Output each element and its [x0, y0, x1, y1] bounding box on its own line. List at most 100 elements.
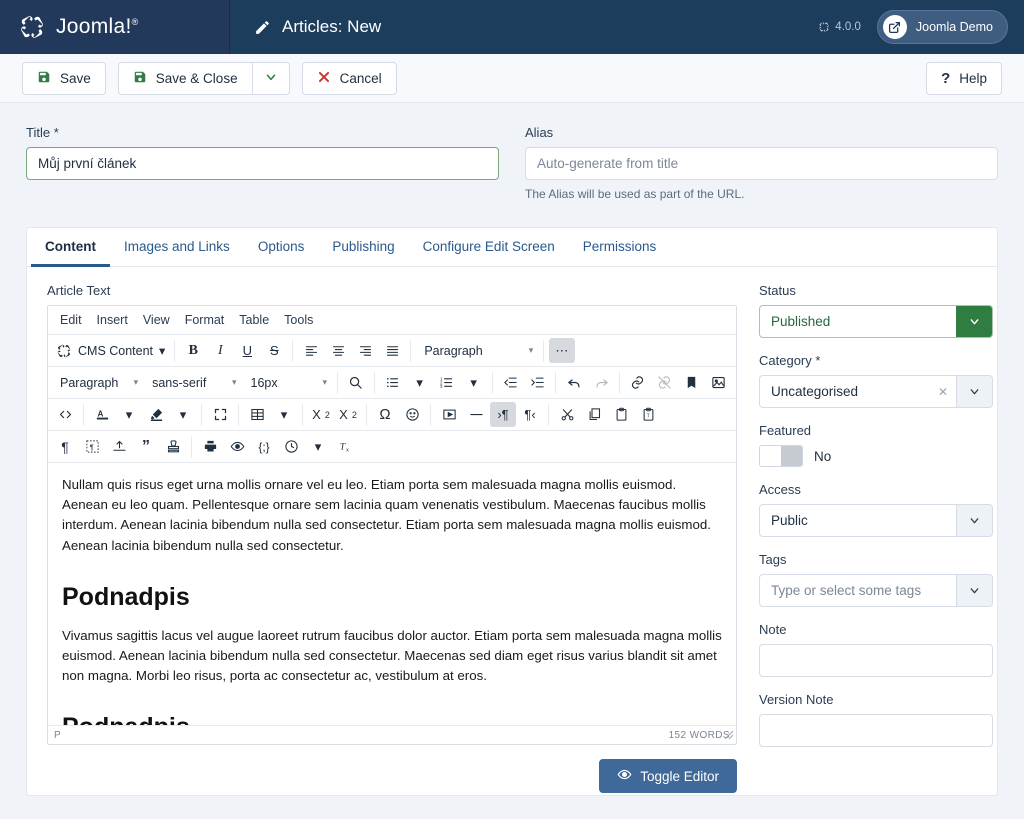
emoticon-icon[interactable]	[399, 402, 425, 427]
element-path[interactable]: P	[54, 730, 61, 741]
tags-label: Tags	[759, 552, 787, 567]
featured-toggle[interactable]	[759, 445, 803, 467]
chevron-down-icon: ▾	[528, 345, 534, 355]
paste-as-text-icon[interactable]: T	[635, 402, 661, 427]
align-left-button[interactable]	[298, 338, 324, 363]
note-label: Note	[759, 622, 787, 637]
fullscreen-icon[interactable]	[207, 402, 233, 427]
image-icon[interactable]	[706, 370, 732, 395]
tab-permissions[interactable]: Permissions	[569, 228, 671, 267]
editor-toolbar-row-1: CMS Content ▾ B I U S Paragraph ▾ ⋯	[48, 335, 736, 367]
align-right-button[interactable]	[352, 338, 378, 363]
save-dropdown-toggle[interactable]	[252, 61, 290, 95]
undo-button[interactable]	[561, 370, 587, 395]
strikethrough-button[interactable]: S	[261, 338, 287, 363]
menu-edit[interactable]: Edit	[54, 311, 88, 329]
note-input[interactable]	[759, 644, 993, 677]
source-code-icon[interactable]	[52, 402, 78, 427]
access-field: Access Public	[759, 482, 993, 537]
link-icon[interactable]	[625, 370, 651, 395]
template-stamp-icon[interactable]	[160, 434, 186, 459]
bullet-list-dropdown[interactable]: ▾	[407, 370, 433, 395]
cms-content-button[interactable]: CMS Content ▾	[52, 338, 169, 363]
code-sample-icon[interactable]: {;}	[251, 434, 277, 459]
superscript-icon[interactable]: X2	[335, 402, 361, 427]
menu-format[interactable]: Format	[179, 311, 231, 329]
align-justify-button[interactable]	[379, 338, 405, 363]
subscript-icon[interactable]: X2	[308, 402, 334, 427]
brand-logo-area[interactable]: Joomla!®	[0, 0, 230, 54]
clear-formatting-icon[interactable]: Tx	[332, 434, 358, 459]
print-icon[interactable]	[197, 434, 223, 459]
font-family-select[interactable]: sans-serif ▾	[144, 370, 241, 395]
indent-button[interactable]	[524, 370, 550, 395]
menu-table[interactable]: Table	[233, 311, 275, 329]
copy-icon[interactable]	[581, 402, 607, 427]
tab-bar: Content Images and Links Options Publish…	[27, 228, 997, 267]
editor-content-area[interactable]: Nullam quis risus eget urna mollis ornar…	[48, 463, 736, 725]
blockquote-icon[interactable]: ”	[133, 434, 159, 459]
anchor-bookmark-icon[interactable]	[679, 370, 705, 395]
block-format-select[interactable]: Paragraph ▾	[416, 338, 538, 363]
category-select[interactable]: Uncategorised ✕	[759, 375, 993, 408]
redo-button[interactable]	[588, 370, 614, 395]
menu-insert[interactable]: Insert	[91, 311, 134, 329]
word-count: 152 WORDS	[668, 729, 730, 741]
cut-icon[interactable]	[554, 402, 580, 427]
rtl-direction-icon[interactable]: ¶‹	[517, 402, 543, 427]
bullet-list-button[interactable]	[380, 370, 406, 395]
menu-tools[interactable]: Tools	[278, 311, 319, 329]
numbered-list-dropdown[interactable]: ▾	[461, 370, 487, 395]
table-dropdown[interactable]: ▾	[271, 402, 297, 427]
tab-options[interactable]: Options	[244, 228, 319, 267]
more-toolbar-button[interactable]: ⋯	[549, 338, 576, 363]
unlink-icon[interactable]	[652, 370, 678, 395]
italic-button[interactable]: I	[207, 338, 233, 363]
editor-resize-handle[interactable]	[724, 730, 734, 743]
special-character-icon[interactable]: Ω	[372, 402, 398, 427]
menu-view[interactable]: View	[137, 311, 176, 329]
highlight-color-dropdown[interactable]: ▾	[170, 402, 196, 427]
text-color-icon[interactable]: A	[89, 402, 115, 427]
outdent-button[interactable]	[497, 370, 523, 395]
save-button[interactable]: Save	[22, 61, 106, 95]
highlight-color-icon[interactable]	[143, 402, 169, 427]
page-break-icon[interactable]	[106, 434, 132, 459]
bold-button[interactable]: B	[180, 338, 206, 363]
ltr-direction-icon[interactable]: ›¶	[490, 402, 516, 427]
help-button[interactable]: ? Help	[926, 61, 1002, 95]
cancel-button[interactable]: Cancel	[301, 61, 397, 95]
paste-icon[interactable]	[608, 402, 634, 427]
pilcrow-icon[interactable]: ¶	[52, 434, 78, 459]
version-note-input[interactable]	[759, 714, 993, 747]
visit-site-button[interactable]: Joomla Demo	[876, 10, 1008, 44]
tab-configure-edit-screen[interactable]: Configure Edit Screen	[409, 228, 569, 267]
tab-content[interactable]: Content	[31, 228, 110, 267]
insert-date-time-dropdown[interactable]: ▾	[305, 434, 331, 459]
search-replace-button[interactable]	[343, 370, 369, 395]
text-color-dropdown[interactable]: ▾	[116, 402, 142, 427]
alias-input[interactable]	[525, 147, 998, 180]
media-icon[interactable]	[436, 402, 462, 427]
align-center-button[interactable]	[325, 338, 351, 363]
title-input[interactable]	[26, 147, 499, 180]
save-and-close-label: Save & Close	[155, 70, 238, 86]
preview-eye-icon[interactable]	[224, 434, 250, 459]
save-and-close-button[interactable]: Save & Close	[117, 61, 253, 95]
tab-publishing[interactable]: Publishing	[318, 228, 408, 267]
editor-menubar: Edit Insert View Format Table Tools	[48, 306, 736, 335]
underline-button[interactable]: U	[234, 338, 260, 363]
table-icon[interactable]	[244, 402, 270, 427]
font-size-select[interactable]: 16px ▾	[243, 370, 333, 395]
status-select[interactable]: Published	[759, 305, 993, 338]
show-blocks-icon[interactable]: ¶	[79, 434, 105, 459]
access-select[interactable]: Public	[759, 504, 993, 537]
clear-category-icon[interactable]: ✕	[930, 376, 956, 407]
numbered-list-button[interactable]: 123	[434, 370, 460, 395]
insert-date-time-icon[interactable]	[278, 434, 304, 459]
horizontal-rule-icon[interactable]	[463, 402, 489, 427]
tab-images-and-links[interactable]: Images and Links	[110, 228, 244, 267]
tags-select[interactable]: Type or select some tags	[759, 574, 993, 607]
toggle-editor-button[interactable]: Toggle Editor	[599, 759, 737, 793]
paragraph-style-select[interactable]: Paragraph ▾	[52, 370, 143, 395]
